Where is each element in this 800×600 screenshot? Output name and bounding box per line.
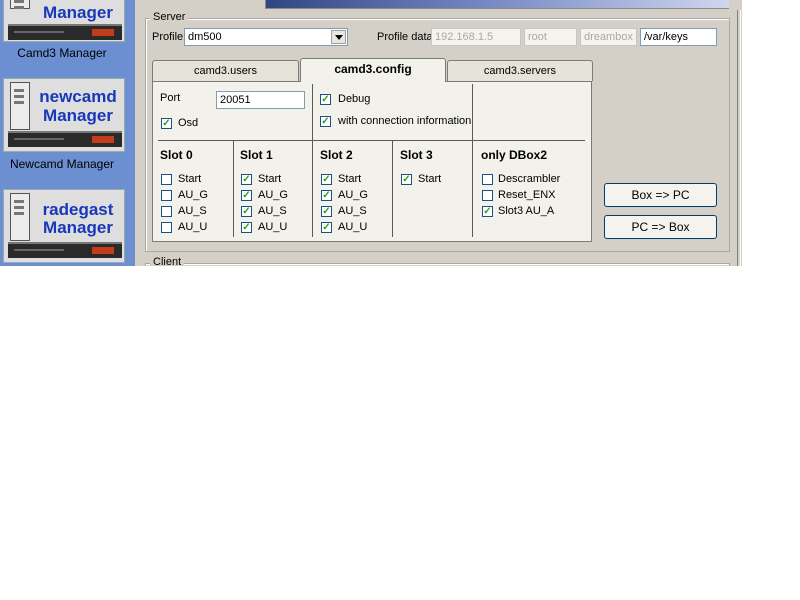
slot1-start-label: Start bbox=[258, 173, 282, 185]
debug-label: Debug bbox=[338, 93, 371, 105]
slot2-au-u-checkbox[interactable]: ✓ bbox=[321, 222, 332, 233]
profile-combobox[interactable]: dm500 bbox=[184, 28, 348, 46]
manager-sidebar: Manager Camd3 Manager newcamd Manager Ne… bbox=[0, 0, 135, 266]
divider-vertical bbox=[312, 84, 313, 140]
user-field[interactable]: root bbox=[524, 28, 577, 46]
slot1-au-g-label: AU_G bbox=[258, 189, 288, 201]
tab-camd3-config[interactable]: camd3.config bbox=[300, 58, 446, 82]
dbox2-title: only DBox2 bbox=[481, 148, 548, 162]
profile-label: Profile bbox=[152, 31, 184, 43]
slot2-au-u-label: AU_U bbox=[338, 221, 368, 233]
slot0-title: Slot 0 bbox=[160, 148, 193, 162]
slot3-title: Slot 3 bbox=[400, 148, 433, 162]
profile-data-label: Profile data bbox=[377, 31, 433, 43]
chevron-down-icon[interactable] bbox=[331, 30, 346, 44]
port-input[interactable]: 20051 bbox=[216, 91, 305, 109]
keys-path-field[interactable]: /var/keys bbox=[640, 28, 717, 46]
tab-camd3-users[interactable]: camd3.users bbox=[152, 60, 299, 81]
newcamd-brand-line1: newcamd bbox=[39, 87, 117, 106]
pc-tower-icon bbox=[10, 0, 30, 9]
profile-value: dm500 bbox=[188, 31, 222, 43]
password-field[interactable]: dreambox bbox=[580, 28, 637, 46]
slot0-au-u-label: AU_U bbox=[178, 221, 208, 233]
connection-info-label: with connection information bbox=[338, 115, 472, 127]
slot3-au-a-checkbox[interactable]: ✓ bbox=[482, 206, 493, 217]
osd-checkbox[interactable]: ✓ bbox=[161, 118, 172, 129]
descrambler-label: Descrambler bbox=[498, 173, 561, 185]
newcamd-manager-caption[interactable]: Newcamd Manager bbox=[0, 157, 124, 171]
slot0-au-g-checkbox[interactable] bbox=[161, 190, 172, 201]
box-to-pc-button[interactable]: Box => PC bbox=[604, 183, 717, 207]
slot3-start-checkbox[interactable]: ✓ bbox=[401, 174, 412, 185]
pc-to-box-button[interactable]: PC => Box bbox=[604, 215, 717, 239]
divider-vertical bbox=[472, 84, 473, 237]
slot1-au-u-label: AU_U bbox=[258, 221, 288, 233]
radegast-brand-line1: radegast bbox=[42, 200, 114, 219]
slot2-au-s-checkbox[interactable]: ✓ bbox=[321, 206, 332, 217]
receiver-icon bbox=[8, 242, 122, 258]
divider-vertical bbox=[233, 140, 234, 237]
camd3-brand-text: Manager bbox=[43, 3, 113, 22]
right-divider bbox=[737, 10, 741, 266]
pc-tower-icon bbox=[10, 82, 30, 130]
reset-enx-checkbox[interactable] bbox=[482, 190, 493, 201]
slot1-au-s-checkbox[interactable]: ✓ bbox=[241, 206, 252, 217]
slot0-start-checkbox[interactable] bbox=[161, 174, 172, 185]
reset-enx-label: Reset_ENX bbox=[498, 189, 556, 201]
client-groupbox bbox=[145, 263, 730, 266]
newcamd-manager-tile[interactable]: newcamd Manager bbox=[3, 78, 125, 152]
divider-vertical bbox=[392, 140, 393, 237]
tab-camd3-servers[interactable]: camd3.servers bbox=[447, 60, 593, 81]
receiver-icon bbox=[8, 131, 122, 147]
client-group-title: Client bbox=[150, 256, 185, 266]
divider-horizontal bbox=[158, 140, 585, 141]
slot0-au-s-checkbox[interactable] bbox=[161, 206, 172, 217]
slot2-start-label: Start bbox=[338, 173, 362, 185]
divider-vertical bbox=[312, 140, 313, 237]
slot1-au-s-label: AU_S bbox=[258, 205, 287, 217]
banner-strip bbox=[265, 0, 729, 9]
slot2-title: Slot 2 bbox=[320, 148, 353, 162]
config-panel: Port 20051 ✓ Osd ✓ Debug ✓ with connecti… bbox=[152, 81, 592, 242]
radegast-manager-tile[interactable]: radegast Manager bbox=[3, 189, 125, 263]
connection-info-checkbox[interactable]: ✓ bbox=[320, 116, 331, 127]
slot2-au-g-checkbox[interactable]: ✓ bbox=[321, 190, 332, 201]
server-group-title: Server bbox=[150, 11, 189, 23]
slot3-au-a-label: Slot3 AU_A bbox=[498, 205, 555, 217]
slot3-start-label: Start bbox=[418, 173, 442, 185]
port-label: Port bbox=[160, 92, 181, 104]
pc-tower-icon bbox=[10, 193, 30, 241]
app-window: Manager Camd3 Manager newcamd Manager Ne… bbox=[0, 0, 742, 266]
slot0-au-u-checkbox[interactable] bbox=[161, 222, 172, 233]
slot0-start-label: Start bbox=[178, 173, 202, 185]
slot1-au-g-checkbox[interactable]: ✓ bbox=[241, 190, 252, 201]
debug-checkbox[interactable]: ✓ bbox=[320, 94, 331, 105]
radegast-brand-line2: Manager bbox=[43, 218, 113, 237]
slot1-title: Slot 1 bbox=[240, 148, 273, 162]
slot2-start-checkbox[interactable]: ✓ bbox=[321, 174, 332, 185]
slot1-au-u-checkbox[interactable]: ✓ bbox=[241, 222, 252, 233]
slot0-au-g-label: AU_G bbox=[178, 189, 208, 201]
slot0-au-s-label: AU_S bbox=[178, 205, 207, 217]
slot1-start-checkbox[interactable]: ✓ bbox=[241, 174, 252, 185]
slot2-au-g-label: AU_G bbox=[338, 189, 368, 201]
slot2-au-s-label: AU_S bbox=[338, 205, 367, 217]
newcamd-brand-line2: Manager bbox=[43, 106, 113, 125]
camd3-manager-tile[interactable]: Manager bbox=[3, 0, 125, 42]
camd3-manager-caption[interactable]: Camd3 Manager bbox=[0, 46, 124, 60]
descrambler-checkbox[interactable] bbox=[482, 174, 493, 185]
ip-field[interactable]: 192.168.1.5 bbox=[431, 28, 521, 46]
receiver-icon bbox=[8, 24, 122, 40]
osd-label: Osd bbox=[178, 117, 199, 129]
